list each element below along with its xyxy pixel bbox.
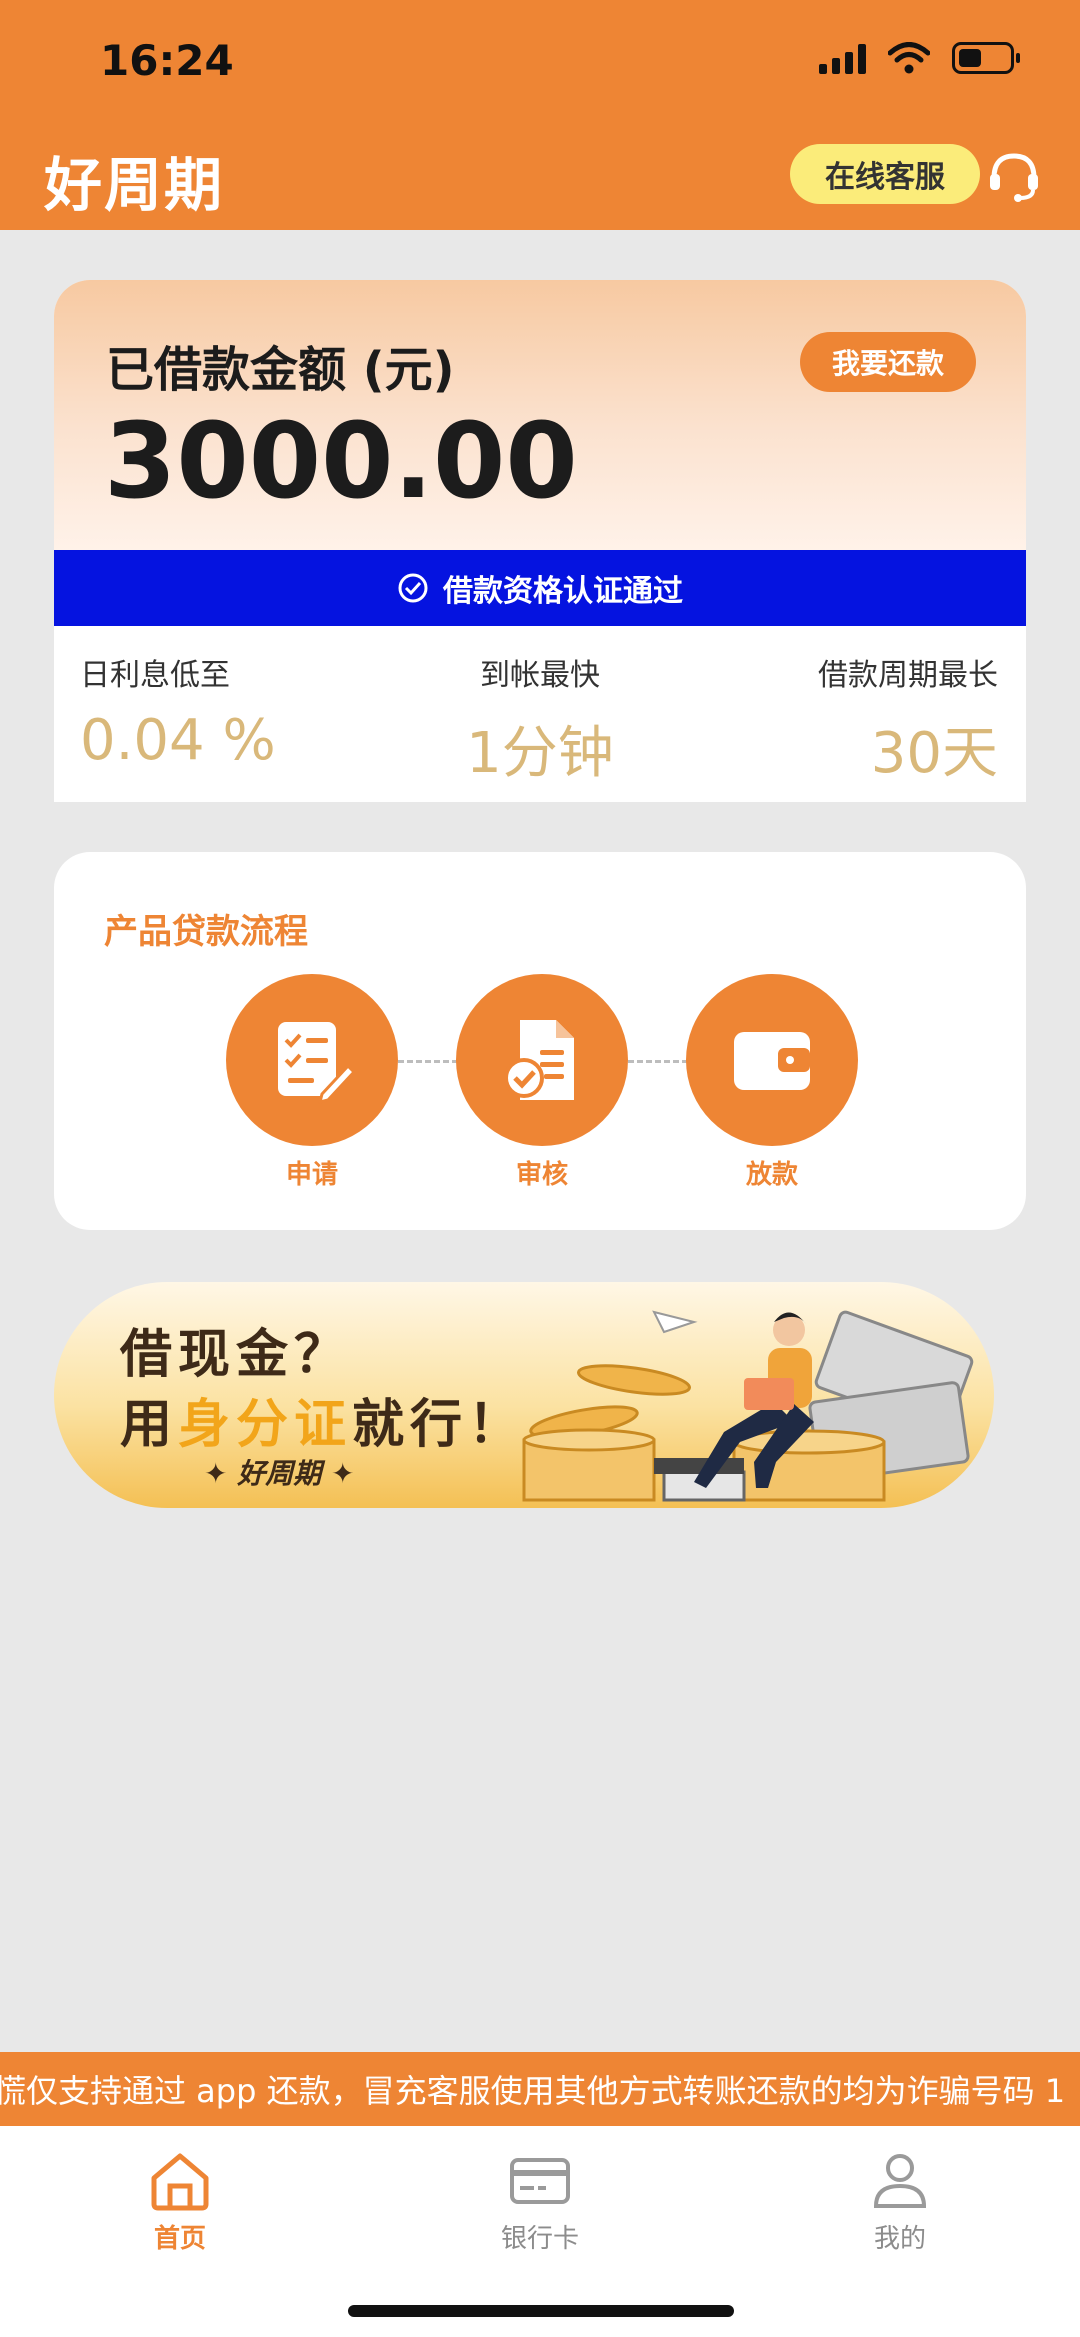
stat-value: 30天 [870, 721, 998, 786]
online-customer-service-button[interactable]: 在线客服 [790, 144, 980, 204]
loan-amount-label: 已借款金额 (元) [106, 342, 455, 398]
banner-subline: 用身分证就行！ [120, 1382, 526, 1457]
stat-max-period: 借款周期最长 30天 [818, 650, 998, 789]
headset-icon[interactable] [986, 148, 1042, 204]
loan-card: 已借款金额 (元) 3000.00 我要还款 借款资格认证通过 日利息低至 0.… [54, 280, 1026, 802]
step-connector [398, 1060, 458, 1063]
repay-button[interactable]: 我要还款 [800, 332, 976, 392]
nav-label: 我的 [873, 2224, 926, 2254]
home-indicator[interactable] [348, 2305, 734, 2317]
notice-text: 慌仅支持通过 app 还款，冒充客服使用其他方式转账还款的均为诈骗号码 1 [0, 2072, 1066, 2110]
verification-text: 借款资格认证通过 [443, 574, 683, 609]
banner-highlight: 身分证 [178, 1395, 353, 1455]
step-connector [628, 1060, 688, 1063]
person-coins-illustration [522, 1310, 974, 1502]
step-label: 审核 [515, 1160, 568, 1190]
nav-label: 银行卡 [500, 2224, 579, 2254]
loan-amount-value: 3000.00 [104, 400, 578, 522]
loan-process-card: 产品贷款流程 申请 审核 放款 [54, 852, 1026, 1230]
document-check-icon [504, 1020, 574, 1100]
battery-icon [952, 42, 1020, 74]
bank-card-icon [510, 2158, 570, 2204]
status-time: 16:24 [100, 36, 234, 85]
loan-summary: 已借款金额 (元) 3000.00 我要还款 [54, 280, 1026, 550]
nav-mine[interactable]: 我的 [800, 2148, 1000, 2255]
home-icon [151, 2153, 209, 2211]
status-icons [819, 42, 1020, 74]
nav-label: 首页 [153, 2224, 206, 2254]
banner-text: 用 [120, 1395, 179, 1455]
signal-icon [819, 42, 866, 74]
banner-headline: 借现金？ [120, 1325, 353, 1385]
notice-marquee: 慌仅支持通过 app 还款，冒充客服使用其他方式转账还款的均为诈骗号码 1 [0, 2052, 1080, 2126]
nav-bank-card[interactable]: 银行卡 [440, 2148, 640, 2255]
step-review[interactable] [456, 974, 628, 1146]
banner-brand: ✦ 好周期 ✦ [204, 1457, 355, 1490]
step-apply[interactable] [226, 974, 398, 1146]
step-label: 放款 [745, 1160, 798, 1190]
verification-bar: 借款资格认证通过 [54, 550, 1026, 626]
user-icon [873, 2154, 927, 2208]
wifi-icon [888, 42, 930, 74]
stat-label: 借款周期最长 [818, 658, 998, 693]
check-circle-icon [398, 573, 428, 603]
app-header: 16:24 好周期 在线客服 [0, 0, 1080, 230]
promo-banner[interactable]: 借现金？ 用身分证就行！ ✦ 好周期 ✦ [54, 1282, 994, 1508]
step-label: 申请 [285, 1160, 338, 1190]
process-title: 产品贷款流程 [104, 912, 308, 952]
wallet-icon [734, 1032, 810, 1090]
app-title: 好周期 [44, 151, 225, 219]
checklist-icon [278, 1022, 357, 1105]
step-disburse[interactable] [686, 974, 858, 1146]
nav-home[interactable]: 首页 [80, 2148, 280, 2255]
